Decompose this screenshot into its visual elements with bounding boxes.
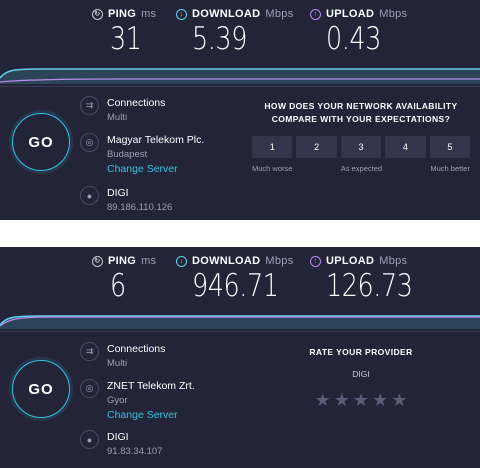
go-button[interactable]: GO: [12, 360, 70, 418]
ping-icon: ↻: [92, 8, 103, 20]
ping-icon: ↻: [92, 255, 103, 267]
star-icon[interactable]: ★: [315, 391, 331, 409]
survey-option-5[interactable]: 5: [429, 136, 471, 158]
connections-value: Multi: [107, 112, 128, 123]
connections-row[interactable]: ⇉ Connections Multi: [80, 342, 165, 371]
server-row: ◎ Magyar Telekom Plc. Budapest Change Se…: [80, 133, 204, 176]
connections-row[interactable]: ⇉ Connections Multi: [80, 96, 165, 125]
metrics-bar: ↻ PING ms 31 ↓ DOWNLOAD Mbps 5.39 ↑ UPLO…: [0, 0, 480, 60]
download-unit: Mbps: [265, 8, 294, 20]
scale-mid-label: As expected: [340, 164, 383, 173]
survey-option-2[interactable]: 2: [296, 136, 337, 158]
download-metric: ↓ DOWNLOAD Mbps 946.71: [176, 255, 297, 304]
scale-high-label: Much better: [430, 164, 470, 173]
download-unit: Mbps: [265, 255, 294, 267]
server-location: Budapest: [107, 149, 148, 160]
scale-low-label: Much worse: [252, 164, 293, 173]
connections-title: Connections: [107, 97, 166, 109]
metrics-bar: ↻ PING ms 6 ↓ DOWNLOAD Mbps 946.71 ↑ UPL…: [0, 247, 480, 307]
isp-name: DIGI: [107, 187, 129, 199]
upload-metric: ↑ UPLOAD Mbps 126.73: [310, 255, 431, 304]
download-graph-area: [0, 316, 480, 329]
upload-value: 126.73: [326, 268, 413, 304]
upload-label: UPLOAD: [326, 8, 375, 20]
speedtest-result-panel-1: ↻ PING ms 31 ↓ DOWNLOAD Mbps 5.39 ↑ UPLO…: [0, 0, 480, 220]
download-label: DOWNLOAD: [192, 8, 261, 20]
download-label: DOWNLOAD: [192, 255, 261, 267]
star-icon[interactable]: ★: [372, 391, 388, 409]
change-server-link[interactable]: Change Server: [107, 162, 204, 176]
survey-scale: Much worse As expected Much better: [252, 164, 470, 173]
upload-metric: ↑ UPLOAD Mbps 0.43: [310, 8, 407, 57]
ping-unit: ms: [141, 8, 157, 20]
ping-label: PING: [108, 8, 137, 20]
connections-value: Multi: [107, 358, 128, 369]
isp-name: DIGI: [107, 431, 129, 443]
connections-icon: ⇉: [80, 342, 99, 361]
isp-row: ● DIGI 89.186.110.126: [80, 186, 172, 215]
rate-title: RATE YOUR PROVIDER: [309, 347, 413, 357]
change-server-link[interactable]: Change Server: [107, 408, 195, 422]
rate-provider-name: DIGI: [352, 369, 370, 379]
speed-graph: [0, 68, 480, 84]
ping-metric: ↻ PING ms 6: [92, 255, 156, 304]
ping-label: PING: [108, 255, 137, 267]
download-arrow-icon: ↓: [176, 255, 187, 267]
survey-option-1[interactable]: 1: [252, 136, 293, 158]
survey-question-line1: HOW DOES YOUR NETWORK AVAILABILITY: [264, 101, 458, 111]
survey-question-line2: COMPARE WITH YOUR EXPECTATIONS?: [271, 114, 451, 124]
connections-title: Connections: [107, 343, 166, 355]
server-name: ZNET Telekom Zrt.: [107, 380, 195, 392]
upload-arrow-icon: ↑: [310, 8, 321, 20]
speedtest-result-panel-2: ↻ PING ms 6 ↓ DOWNLOAD Mbps 946.71 ↑ UPL…: [0, 247, 480, 468]
star-icon[interactable]: ★: [391, 391, 407, 409]
isp-row: ● DIGI 91.83.34.107: [80, 430, 162, 459]
download-value: 5.39: [192, 21, 247, 57]
isp-ip: 91.83.34.107: [107, 446, 163, 457]
globe-icon: ◎: [80, 133, 99, 152]
go-button[interactable]: GO: [12, 113, 70, 171]
star-icon[interactable]: ★: [353, 391, 369, 409]
upload-label: UPLOAD: [326, 255, 375, 267]
globe-icon: ◎: [80, 379, 99, 398]
connections-icon: ⇉: [80, 96, 99, 115]
upload-unit: Mbps: [379, 8, 408, 20]
rate-provider: RATE YOUR PROVIDER DIGI ★ ★ ★ ★ ★: [300, 347, 422, 409]
star-icon[interactable]: ★: [334, 391, 350, 409]
ping-metric: ↻ PING ms 31: [92, 8, 156, 57]
upload-value: 0.43: [326, 21, 381, 57]
upload-unit: Mbps: [379, 255, 408, 267]
survey-rating-buttons: 1 2 3 4 5: [252, 136, 471, 158]
divider: [0, 86, 480, 87]
isp-ip: 89.186.110.126: [107, 202, 173, 213]
speed-graph: [0, 315, 480, 329]
ping-unit: ms: [141, 255, 157, 267]
upload-arrow-icon: ↑: [310, 255, 321, 267]
server-row: ◎ ZNET Telekom Zrt. Gyor Change Server: [80, 379, 195, 422]
download-metric: ↓ DOWNLOAD Mbps 5.39: [176, 8, 294, 57]
divider: [0, 331, 480, 332]
ping-value: 6: [110, 268, 126, 304]
availability-survey: HOW DOES YOUR NETWORK AVAILABILITY COMPA…: [252, 100, 471, 173]
survey-option-4[interactable]: 4: [385, 136, 426, 158]
server-name: Magyar Telekom Plc.: [107, 134, 205, 146]
download-value: 946.71: [192, 268, 279, 304]
download-graph-area: [0, 69, 480, 84]
download-arrow-icon: ↓: [176, 8, 187, 20]
survey-option-3[interactable]: 3: [340, 136, 382, 158]
server-location: Gyor: [107, 395, 128, 406]
person-icon: ●: [80, 186, 99, 205]
star-rating: ★ ★ ★ ★ ★: [300, 391, 422, 409]
ping-value: 31: [110, 21, 142, 57]
person-icon: ●: [80, 430, 99, 449]
